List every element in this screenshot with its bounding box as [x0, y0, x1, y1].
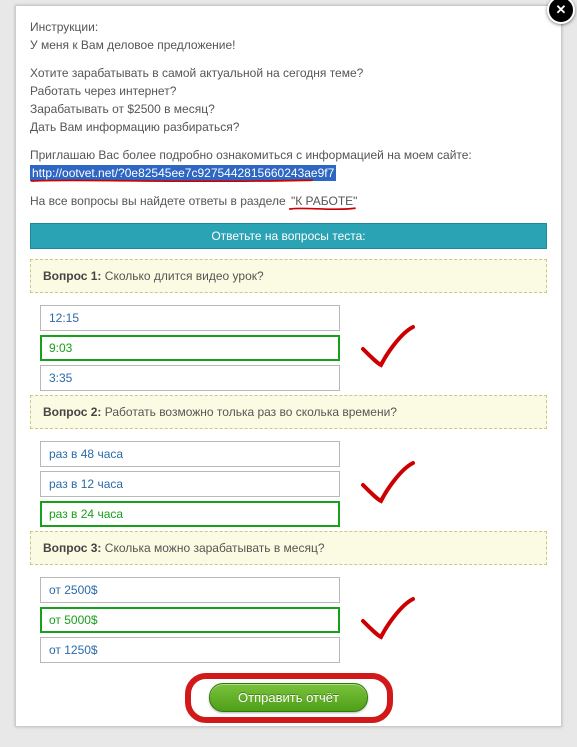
- quiz-body: Вопрос 1: Сколько длится видео урок? 12:1…: [30, 259, 547, 663]
- submit-wrap: Отправить отчёт: [30, 683, 547, 712]
- answers-group: 12:15 9:03 3:35: [30, 305, 547, 391]
- answer-option[interactable]: раз в 48 часа: [40, 441, 340, 467]
- intro-question: Хотите зарабатывать в самой актуальной н…: [30, 66, 547, 80]
- question-box: Вопрос 1: Сколько длится видео урок?: [30, 259, 547, 293]
- question-label: Вопрос 2:: [43, 405, 101, 419]
- answers-group: от 2500$ от 5000$ от 1250$: [30, 577, 547, 663]
- answer-option[interactable]: 12:15: [40, 305, 340, 331]
- question-box: Вопрос 2: Работать возможно толька раз в…: [30, 395, 547, 429]
- answer-option[interactable]: раз в 12 часа: [40, 471, 340, 497]
- answer-option[interactable]: от 5000$: [40, 607, 340, 633]
- answer-option[interactable]: от 2500$: [40, 577, 340, 603]
- invite-text: Приглашаю Вас более подробно ознакомитьс…: [30, 148, 547, 162]
- question-label: Вопрос 1:: [43, 269, 101, 283]
- question-label: Вопрос 3:: [43, 541, 101, 555]
- checkmark-icon: [357, 323, 417, 373]
- answers-group: раз в 48 часа раз в 12 часа раз в 24 часа: [30, 441, 547, 527]
- instructions-heading: Инструкции:: [30, 20, 547, 34]
- annotation-underline: [289, 206, 357, 212]
- section-row: На все вопросы вы найдете ответы в разде…: [30, 194, 547, 208]
- instructions-block: Инструкции: У меня к Вам деловое предлож…: [30, 20, 547, 208]
- intro-question: Зарабатывать от $2500 в месяц?: [30, 102, 547, 116]
- answer-option[interactable]: 3:35: [40, 365, 340, 391]
- answer-option[interactable]: раз в 24 часа: [40, 501, 340, 527]
- checkmark-icon: [357, 459, 417, 509]
- submit-button[interactable]: Отправить отчёт: [209, 683, 368, 712]
- intro-line: У меня к Вам деловое предложение!: [30, 38, 547, 52]
- section-quoted: "К РАБОТЕ": [289, 194, 359, 208]
- question-text: Работать возможно толька раз во сколька …: [101, 405, 397, 419]
- section-prefix: На все вопросы вы найдете ответы в разде…: [30, 194, 289, 208]
- intro-question: Работать через интернет?: [30, 84, 547, 98]
- answer-option[interactable]: от 1250$: [40, 637, 340, 663]
- close-icon: ✕: [556, 2, 567, 18]
- answer-option[interactable]: 9:03: [40, 335, 340, 361]
- close-button[interactable]: ✕: [547, 0, 575, 24]
- quiz-header: Ответьте на вопросы теста:: [30, 223, 547, 249]
- question-box: Вопрос 3: Сколька можно зарабатывать в м…: [30, 531, 547, 565]
- question-text: Сколько длится видео урок?: [101, 269, 263, 283]
- page-container: ✕ Инструкции: У меня к Вам деловое предл…: [15, 5, 562, 727]
- invite-link-wrap: http://ootvet.net/?0e82545ee7c9275442815…: [30, 166, 336, 180]
- annotation-underline: [30, 178, 315, 184]
- intro-question: Дать Вам информацию разбираться?: [30, 120, 547, 134]
- checkmark-icon: [357, 595, 417, 645]
- question-text: Сколька можно зарабатывать в месяц?: [101, 541, 324, 555]
